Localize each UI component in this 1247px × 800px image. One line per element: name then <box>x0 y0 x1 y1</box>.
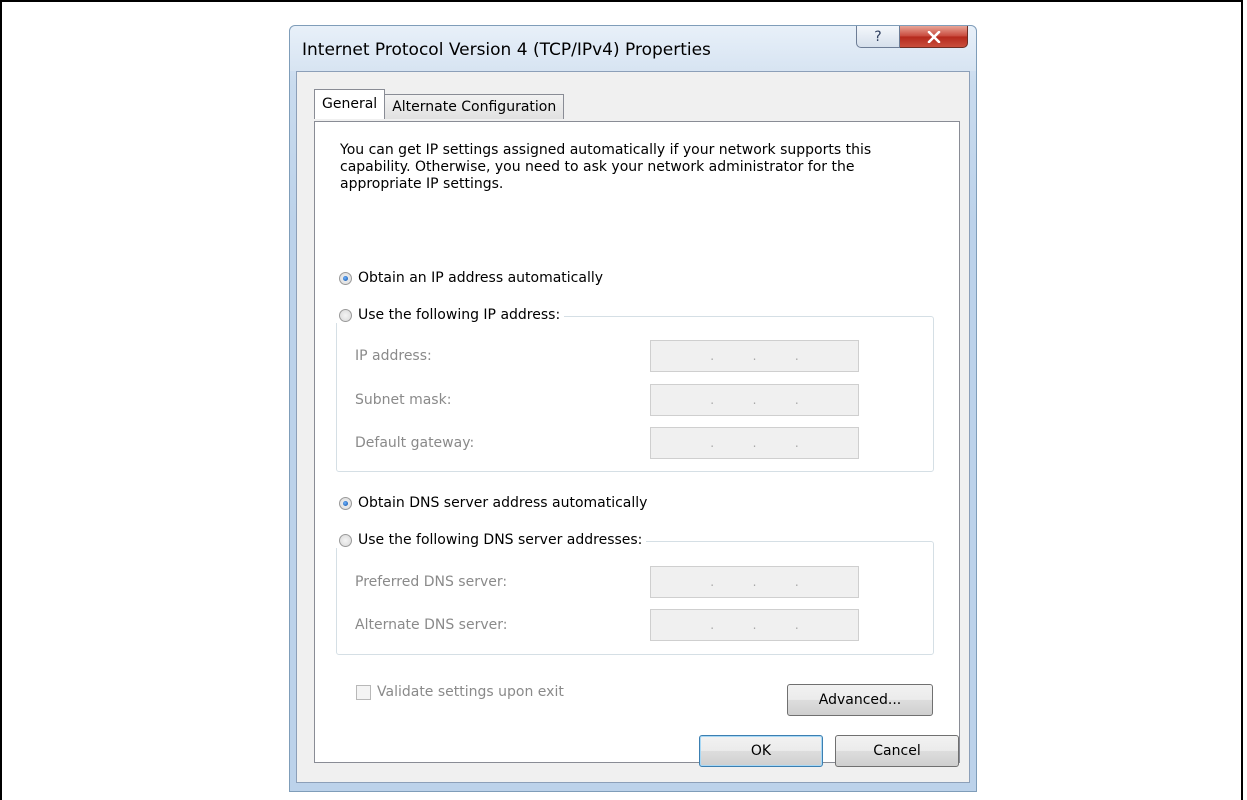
tab-general[interactable]: General <box>314 89 386 119</box>
advanced-button[interactable]: Advanced... <box>787 684 933 716</box>
help-button[interactable]: ? <box>856 26 900 48</box>
close-icon <box>927 30 940 43</box>
octet-separator: . <box>794 349 799 363</box>
help-icon: ? <box>874 28 882 45</box>
preferred-dns-input[interactable]: ... <box>650 566 859 598</box>
ip-auto-option[interactable]: Obtain an IP address automatically <box>339 270 608 286</box>
octet-separator: . <box>752 436 757 450</box>
alternate-dns-input[interactable]: ... <box>650 609 859 641</box>
close-button[interactable] <box>900 26 968 48</box>
octet-separator: . <box>710 393 715 407</box>
ok-button[interactable]: OK <box>699 735 823 767</box>
octet-separator: . <box>710 436 715 450</box>
ip-address-input[interactable]: ... <box>650 340 859 372</box>
alternate-dns-label: Alternate DNS server: <box>355 617 508 633</box>
octet-separator: . <box>710 349 715 363</box>
octet-separator: . <box>794 618 799 632</box>
octet-separator: . <box>752 349 757 363</box>
octet-separator: . <box>794 436 799 450</box>
general-tab-panel: You can get IP settings assigned automat… <box>314 121 960 763</box>
subnet-mask-label: Subnet mask: <box>355 392 452 408</box>
ipv4-properties-dialog: Internet Protocol Version 4 (TCP/IPv4) P… <box>289 25 977 792</box>
octet-separator: . <box>794 575 799 589</box>
octet-separator: . <box>710 618 715 632</box>
dns-auto-option[interactable]: Obtain DNS server address automatically <box>339 495 652 511</box>
validate-settings-label: Validate settings upon exit <box>377 684 564 700</box>
tab-alternate-configuration[interactable]: Alternate Configuration <box>384 94 565 119</box>
octet-separator: . <box>710 575 715 589</box>
dns-auto-radio[interactable] <box>339 496 352 510</box>
octet-separator: . <box>752 618 757 632</box>
octet-separator: . <box>794 393 799 407</box>
description-text: You can get IP settings assigned automat… <box>340 142 872 192</box>
preferred-dns-label: Preferred DNS server: <box>355 574 508 590</box>
dns-auto-label: Obtain DNS server address automatically <box>358 495 648 511</box>
ip-manual-radio[interactable] <box>339 308 352 322</box>
octet-separator: . <box>752 393 757 407</box>
dns-manual-label: Use the following DNS server addresses: <box>358 532 643 548</box>
cancel-button[interactable]: Cancel <box>835 735 959 767</box>
tab-strip: General Alternate Configuration <box>314 89 565 119</box>
ip-auto-label: Obtain an IP address automatically <box>358 270 604 286</box>
default-gateway-label: Default gateway: <box>355 435 475 451</box>
validate-settings-option[interactable]: Validate settings upon exit <box>356 684 564 700</box>
dialog-client-area: General Alternate Configuration You can … <box>296 71 970 783</box>
default-gateway-input[interactable]: ... <box>650 427 859 459</box>
dns-manual-option[interactable]: Use the following DNS server addresses: <box>335 532 647 548</box>
ip-auto-radio[interactable] <box>339 271 352 285</box>
octet-separator: . <box>752 575 757 589</box>
ip-address-label: IP address: <box>355 348 432 364</box>
ip-manual-label: Use the following IP address: <box>358 307 561 323</box>
dns-manual-radio[interactable] <box>339 533 352 547</box>
caption-buttons: ? <box>856 26 968 48</box>
subnet-mask-input[interactable]: ... <box>650 384 859 416</box>
validate-settings-checkbox[interactable] <box>356 684 371 700</box>
dialog-title: Internet Protocol Version 4 (TCP/IPv4) P… <box>302 40 711 60</box>
ip-manual-option[interactable]: Use the following IP address: <box>335 307 565 323</box>
